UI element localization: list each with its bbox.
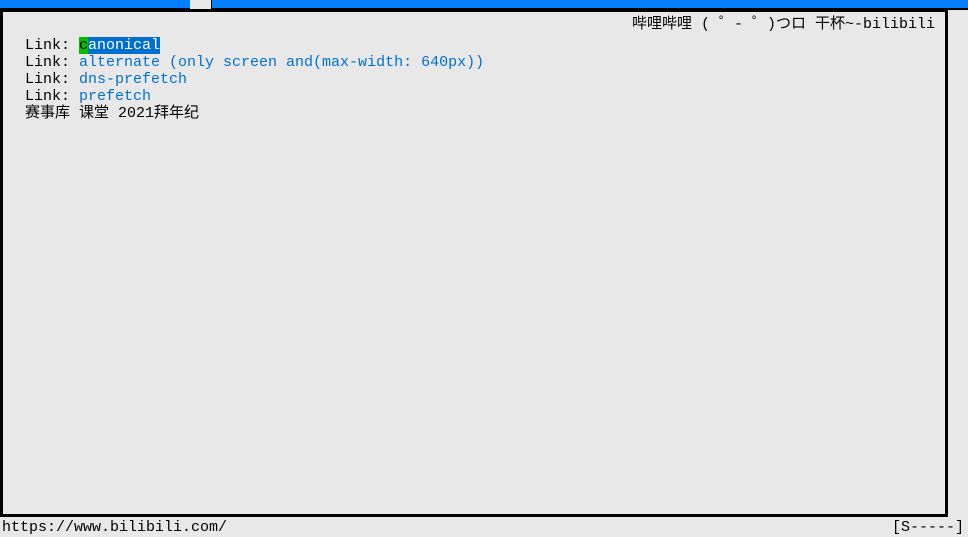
link-prefetch[interactable]: prefetch — [79, 88, 151, 105]
page-body: Link: canonical Link: alternate (only sc… — [3, 33, 945, 126]
link-label: Link: — [25, 88, 79, 105]
link-alternate[interactable]: alternate (only screen and(max-width: 64… — [79, 54, 484, 71]
status-flags: [S-----] — [892, 519, 964, 536]
link-dns-prefetch[interactable]: dns-prefetch — [79, 71, 187, 88]
content-frame: 哔哩哔哩 ( ゜- ゜)つロ 干杯~-bilibili Link: canoni… — [0, 10, 948, 517]
vertical-scrollbar[interactable] — [948, 10, 965, 514]
browser-window: 哔哩哔哩 ( ゜- ゜)つロ 干杯~-bilibili Link: canoni… — [0, 0, 968, 537]
link-label: Link: — [25, 37, 79, 54]
titlebar — [0, 0, 968, 10]
status-url: https://www.bilibili.com/ — [2, 519, 227, 536]
link-label: Link: — [25, 54, 79, 71]
tab-1[interactable] — [190, 0, 212, 10]
body-text: 赛事库 课堂 2021拜年纪 — [25, 105, 199, 122]
status-bar: https://www.bilibili.com/ [S-----] — [0, 517, 968, 537]
link-label: Link: — [25, 71, 79, 88]
cursor: c — [79, 37, 88, 54]
link-canonical[interactable]: canonical — [79, 37, 160, 54]
link-text: anonical — [88, 37, 160, 54]
tab-strip — [190, 0, 212, 10]
page-title: 哔哩哔哩 ( ゜- ゜)つロ 干杯~-bilibili — [3, 12, 945, 33]
